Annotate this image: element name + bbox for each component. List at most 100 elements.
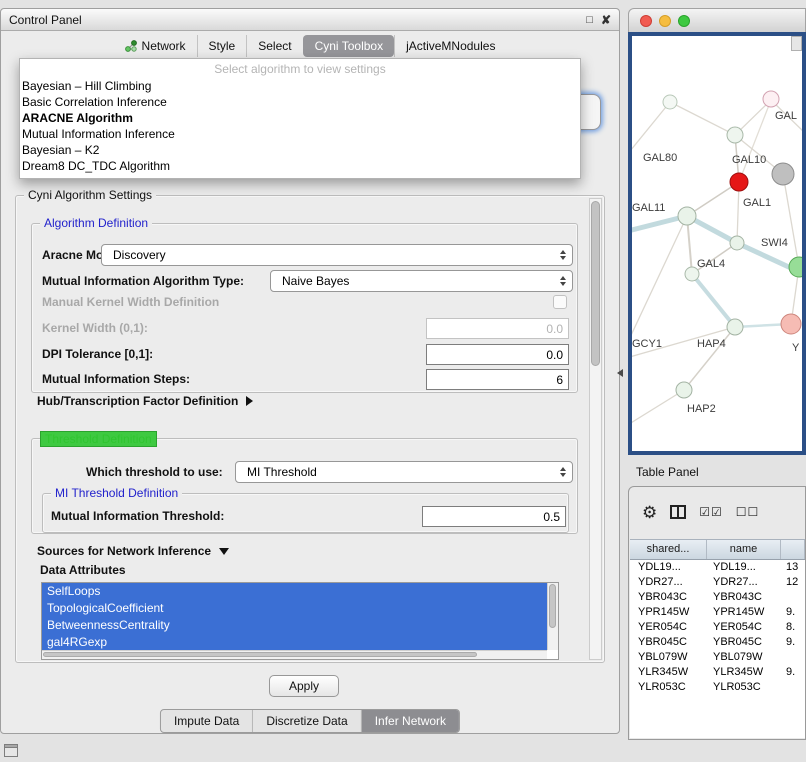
table-cell: YDR27... xyxy=(630,575,707,590)
scrollbar-thumb[interactable] xyxy=(549,584,556,628)
restore-panel-icon[interactable] xyxy=(4,744,18,757)
apply-button[interactable]: Apply xyxy=(269,675,339,697)
network-node[interactable] xyxy=(789,257,802,277)
mi-steps-label: Mutual Information Steps: xyxy=(42,369,190,390)
network-edge[interactable] xyxy=(692,274,735,327)
table-cell: YER054C xyxy=(707,620,781,635)
tab-jactivemnodules[interactable]: jActiveMNodules xyxy=(394,35,506,57)
algorithm-option[interactable]: Bayesian – Hill Climbing xyxy=(20,78,580,94)
network-window-titlebar[interactable] xyxy=(628,8,806,32)
hub-definition-disclosure[interactable]: Hub/Transcription Factor Definition xyxy=(37,394,253,408)
data-attribute-item[interactable]: gal4RGexp xyxy=(42,634,547,651)
which-threshold-select[interactable]: MI Threshold xyxy=(235,461,573,483)
zoom-traffic-light-icon[interactable] xyxy=(678,15,690,27)
network-edge[interactable] xyxy=(632,390,684,426)
network-node[interactable] xyxy=(678,207,696,225)
table-row[interactable]: YBR045CYBR045C9. xyxy=(630,635,805,650)
tab-discretize-data[interactable]: Discretize Data xyxy=(252,710,360,732)
tab-impute-data[interactable]: Impute Data xyxy=(161,710,252,732)
table-row[interactable]: YLR053CYLR053C xyxy=(630,680,805,695)
network-node[interactable] xyxy=(663,95,677,109)
scrollbar-thumb[interactable] xyxy=(591,201,600,366)
panel-collapse-arrow-icon[interactable] xyxy=(617,369,623,377)
network-edge[interactable] xyxy=(684,327,735,390)
table-column-header[interactable]: name xyxy=(707,540,781,559)
float-window-icon[interactable]: □ xyxy=(586,14,593,26)
table-row[interactable]: YBL079WYBL079W xyxy=(630,650,805,665)
table-cell xyxy=(781,650,805,665)
which-threshold-value: MI Threshold xyxy=(247,465,317,479)
network-node[interactable] xyxy=(730,236,744,250)
table-panel-title: Table Panel xyxy=(636,465,699,479)
data-attribute-item[interactable]: TopologicalCoefficient xyxy=(42,600,547,617)
network-node[interactable] xyxy=(772,163,794,185)
columns-icon[interactable] xyxy=(670,505,686,519)
table-row[interactable]: YBR043CYBR043C xyxy=(630,590,805,605)
kernel-width-label: Kernel Width (0,1): xyxy=(42,318,148,339)
aracne-mode-select[interactable]: Discovery xyxy=(101,244,573,266)
minimize-traffic-light-icon[interactable] xyxy=(659,15,671,27)
table-cell xyxy=(781,590,805,605)
network-node[interactable] xyxy=(730,173,748,191)
algorithm-option[interactable]: Dream8 DC_TDC Algorithm xyxy=(20,158,580,174)
close-window-icon[interactable]: ✘ xyxy=(601,13,611,27)
kernel-width-field[interactable] xyxy=(426,318,569,339)
data-attribute-item[interactable]: BetweennessCentrality xyxy=(42,617,547,634)
network-node-label: GAL1 xyxy=(743,197,771,209)
network-node[interactable] xyxy=(727,127,743,143)
close-traffic-light-icon[interactable] xyxy=(640,15,652,27)
network-edge[interactable] xyxy=(632,102,670,156)
gear-icon[interactable]: ⚙ xyxy=(642,504,657,521)
network-edge[interactable] xyxy=(783,174,799,267)
network-node-label: Y xyxy=(792,342,800,354)
network-node[interactable] xyxy=(781,314,801,334)
attributes-horizontal-scrollbar[interactable] xyxy=(42,650,547,659)
tab-network[interactable]: Network xyxy=(114,35,197,57)
network-canvas[interactable]: GAL80GALGAL10GAL11GAL1SWI4GAL4GCY1HAP4HA… xyxy=(628,32,806,455)
data-attribute-item[interactable]: SelfLoops xyxy=(42,583,547,600)
network-graph: GAL80GALGAL10GAL11GAL1SWI4GAL4GCY1HAP4HA… xyxy=(632,36,802,451)
table-cell: YPR145W xyxy=(707,605,781,620)
network-node[interactable] xyxy=(763,91,779,107)
dpi-tolerance-field[interactable] xyxy=(426,344,569,365)
network-edge[interactable] xyxy=(632,216,687,346)
table-column-header[interactable] xyxy=(781,540,805,559)
select-all-columns-icon[interactable]: ☑☑ xyxy=(699,505,723,519)
table-row[interactable]: YER054CYER054C8. xyxy=(630,620,805,635)
tab-select[interactable]: Select xyxy=(246,35,302,57)
sources-disclosure[interactable]: Sources for Network Inference xyxy=(37,544,229,558)
mi-threshold-field[interactable] xyxy=(422,506,566,527)
table-cell: YBR043C xyxy=(630,590,707,605)
table-column-header[interactable]: shared... xyxy=(630,540,707,559)
table-row[interactable]: YLR345WYLR345W9. xyxy=(630,665,805,680)
table-cell: YLR345W xyxy=(630,665,707,680)
manual-kernel-checkbox[interactable] xyxy=(553,295,567,309)
network-node-label: GAL11 xyxy=(632,202,665,214)
network-node[interactable] xyxy=(727,319,743,335)
algorithm-popup-placeholder: Select algorithm to view settings xyxy=(20,60,580,78)
attributes-vertical-scrollbar[interactable] xyxy=(547,583,558,650)
scrollbar-thumb[interactable] xyxy=(43,652,477,657)
algorithm-option[interactable]: Bayesian – K2 xyxy=(20,142,580,158)
mi-type-value: Naive Bayes xyxy=(282,274,349,288)
tab-cyni-toolbox[interactable]: Cyni Toolbox xyxy=(303,35,394,57)
table-row[interactable]: YDR27...YDR27...12 xyxy=(630,575,805,590)
algorithm-option[interactable]: Basic Correlation Inference xyxy=(20,94,580,110)
control-panel-titlebar[interactable]: Control Panel □ ✘ xyxy=(1,9,619,31)
table-row[interactable]: YPR145WYPR145W9. xyxy=(630,605,805,620)
tab-infer-network[interactable]: Infer Network xyxy=(361,710,459,732)
mi-steps-field[interactable] xyxy=(426,369,569,390)
expand-right-icon xyxy=(246,396,253,406)
network-node[interactable] xyxy=(676,382,692,398)
tab-style[interactable]: Style xyxy=(197,35,247,57)
algorithm-option[interactable]: ARACNE Algorithm xyxy=(20,110,580,126)
deselect-all-columns-icon[interactable]: ☐☐ xyxy=(736,505,760,519)
network-node-label: GAL xyxy=(775,110,797,122)
mi-type-select[interactable]: Naive Bayes xyxy=(270,270,573,292)
algorithm-option[interactable]: Mutual Information Inference xyxy=(20,126,580,142)
data-attributes-list[interactable]: SelfLoopsTopologicalCoefficientBetweenne… xyxy=(41,582,559,660)
settings-vertical-scrollbar[interactable] xyxy=(589,198,602,660)
table-row[interactable]: YDL19...YDL19...13 xyxy=(630,560,805,575)
network-edge[interactable] xyxy=(739,100,771,182)
network-edge[interactable] xyxy=(670,102,735,135)
